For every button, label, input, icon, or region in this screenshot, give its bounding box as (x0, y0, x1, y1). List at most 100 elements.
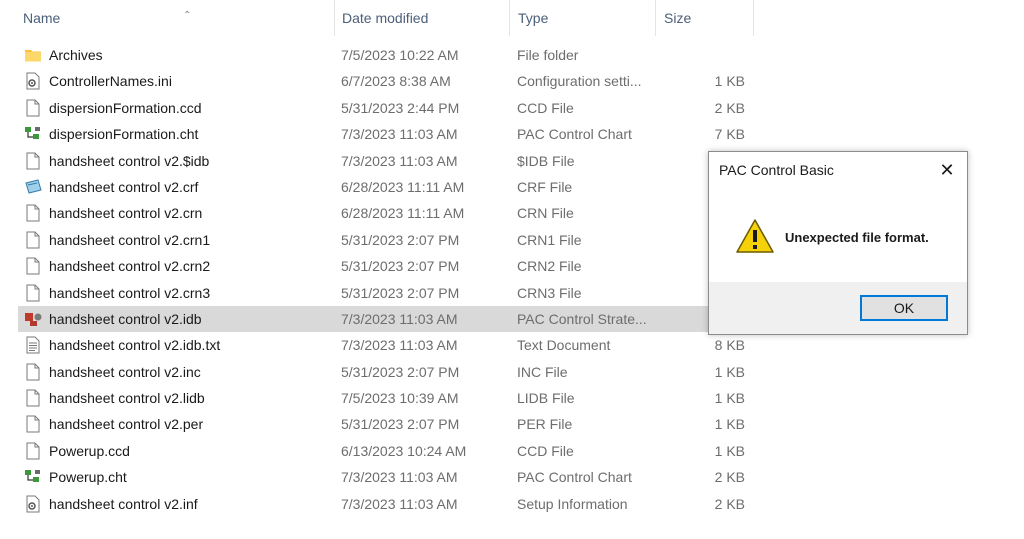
file-type: Setup Information (517, 495, 628, 512)
config-file-icon (24, 491, 44, 517)
file-name: Powerup.cht (49, 469, 127, 486)
file-icon (24, 438, 44, 464)
column-header-type-label: Type (518, 10, 549, 26)
file-date-modified: 6/28/2023 11:11 AM (341, 178, 465, 195)
file-icon (24, 227, 44, 253)
file-row[interactable]: handsheet control v2.idb.txt 7/3/2023 11:… (0, 332, 1024, 358)
file-name: handsheet control v2.crn1 (49, 231, 211, 248)
file-date-modified: 6/13/2023 10:24 AM (341, 442, 467, 459)
file-icon (24, 385, 44, 411)
file-icon (24, 95, 44, 121)
column-header-bar: Name ⌃ Date modified Type Size (0, 0, 1024, 36)
file-type: CCD File (517, 442, 574, 459)
file-type: Text Document (517, 337, 611, 354)
file-type: PAC Control Chart (517, 126, 632, 143)
file-row[interactable]: handsheet control v2.inf 7/3/2023 11:03 A… (0, 491, 1024, 517)
file-date-modified: 6/7/2023 8:38 AM (341, 73, 451, 90)
folder-icon (24, 42, 44, 68)
ok-button[interactable]: OK (860, 295, 948, 321)
chart-file-icon (24, 464, 44, 490)
file-name: dispersionFormation.ccd (49, 99, 202, 116)
file-type: Configuration setti... (517, 73, 642, 90)
column-header-date[interactable]: Date modified (334, 0, 510, 36)
crf-file-icon (24, 174, 44, 200)
file-type: File folder (517, 47, 579, 63)
file-size: 7 KB (714, 126, 745, 143)
file-size: 2 KB (714, 469, 745, 486)
file-date-modified: 6/28/2023 11:11 AM (341, 205, 465, 222)
file-row[interactable]: Powerup.cht 7/3/2023 11:03 AM PAC Control … (0, 464, 1024, 490)
column-header-size[interactable]: Size (656, 0, 754, 36)
file-date-modified: 7/3/2023 11:03 AM (341, 310, 458, 327)
file-name: Archives (49, 47, 103, 63)
sort-ascending-icon: ⌃ (183, 10, 192, 21)
file-type: PAC Control Strate... (517, 310, 647, 327)
file-type: PER File (517, 416, 573, 433)
file-name: handsheet control v2.inf (49, 495, 198, 512)
file-icon (24, 148, 44, 174)
text-file-icon (24, 332, 44, 358)
file-row[interactable]: Archives 7/5/2023 10:22 AM File folder (0, 42, 1024, 68)
file-row[interactable]: ControllerNames.ini 6/7/2023 8:38 AM Confi… (0, 68, 1024, 94)
file-date-modified: 7/5/2023 10:39 AM (341, 390, 459, 407)
file-name: dispersionFormation.cht (49, 126, 199, 143)
dialog-title: PAC Control Basic (719, 162, 834, 178)
dialog-footer: OK (709, 282, 967, 334)
file-size: 2 KB (714, 495, 745, 512)
file-date-modified: 7/3/2023 11:03 AM (341, 495, 458, 512)
file-name: Powerup.ccd (49, 442, 130, 459)
file-icon (24, 411, 44, 437)
file-name: handsheet control v2.crn3 (49, 284, 211, 301)
file-row[interactable]: dispersionFormation.ccd 5/31/2023 2:44 PM… (0, 95, 1024, 121)
file-date-modified: 5/31/2023 2:07 PM (341, 416, 460, 433)
file-type: CRF File (517, 178, 573, 195)
column-header-name[interactable]: Name ⌃ (15, 0, 335, 36)
file-name: handsheet control v2.idb (49, 310, 202, 327)
file-icon (24, 359, 44, 385)
file-type: $IDB File (517, 152, 575, 169)
file-size: 1 KB (714, 363, 745, 380)
file-type: CRN2 File (517, 258, 582, 275)
file-date-modified: 7/3/2023 11:03 AM (341, 337, 458, 354)
file-icon (24, 253, 44, 279)
column-header-name-label: Name (23, 10, 61, 26)
file-type: LIDB File (517, 390, 575, 407)
column-header-date-label: Date modified (342, 10, 429, 26)
error-dialog: PAC Control Basic ✕ Unexpected file form… (708, 151, 968, 335)
config-file-icon (24, 68, 44, 94)
file-date-modified: 5/31/2023 2:07 PM (341, 363, 460, 380)
file-row[interactable]: handsheet control v2.inc 5/31/2023 2:07 P… (0, 359, 1024, 385)
file-icon (24, 280, 44, 306)
file-name: handsheet control v2.idb.txt (49, 337, 221, 354)
file-name: handsheet control v2.crn (49, 205, 203, 222)
strategy-file-icon (24, 306, 44, 332)
file-row[interactable]: handsheet control v2.per 5/31/2023 2:07 P… (0, 411, 1024, 437)
file-icon (24, 200, 44, 226)
file-row[interactable]: dispersionFormation.cht 7/3/2023 11:03 AM… (0, 121, 1024, 147)
file-type: INC File (517, 363, 568, 380)
file-size: 1 KB (714, 390, 745, 407)
column-header-size-label: Size (664, 10, 692, 26)
file-type: CRN1 File (517, 231, 582, 248)
file-name: handsheet control v2.per (49, 416, 204, 433)
file-type: CRN3 File (517, 284, 582, 301)
file-name: handsheet control v2.crf (49, 178, 199, 195)
file-row[interactable]: Powerup.ccd 6/13/2023 10:24 AM CCD File 1 K… (0, 438, 1024, 464)
file-date-modified: 5/31/2023 2:07 PM (341, 231, 460, 248)
file-date-modified: 5/31/2023 2:07 PM (341, 258, 460, 275)
file-name: handsheet control v2.lidb (49, 390, 205, 407)
file-size: 1 KB (714, 416, 745, 433)
close-icon[interactable]: ✕ (933, 156, 961, 184)
file-date-modified: 7/3/2023 11:03 AM (341, 126, 458, 143)
file-type: PAC Control Chart (517, 469, 632, 486)
file-date-modified: 7/5/2023 10:22 AM (341, 47, 459, 63)
file-size: 8 KB (714, 337, 745, 354)
file-size: 2 KB (714, 99, 745, 116)
file-name: handsheet control v2.$idb (49, 152, 210, 169)
file-row[interactable]: handsheet control v2.lidb 7/5/2023 10:39 … (0, 385, 1024, 411)
column-header-type[interactable]: Type (510, 0, 656, 36)
file-size: 1 KB (714, 73, 745, 90)
file-size: 1 KB (714, 442, 745, 459)
file-name: handsheet control v2.crn2 (49, 258, 211, 275)
file-date-modified: 5/31/2023 2:44 PM (341, 99, 460, 116)
